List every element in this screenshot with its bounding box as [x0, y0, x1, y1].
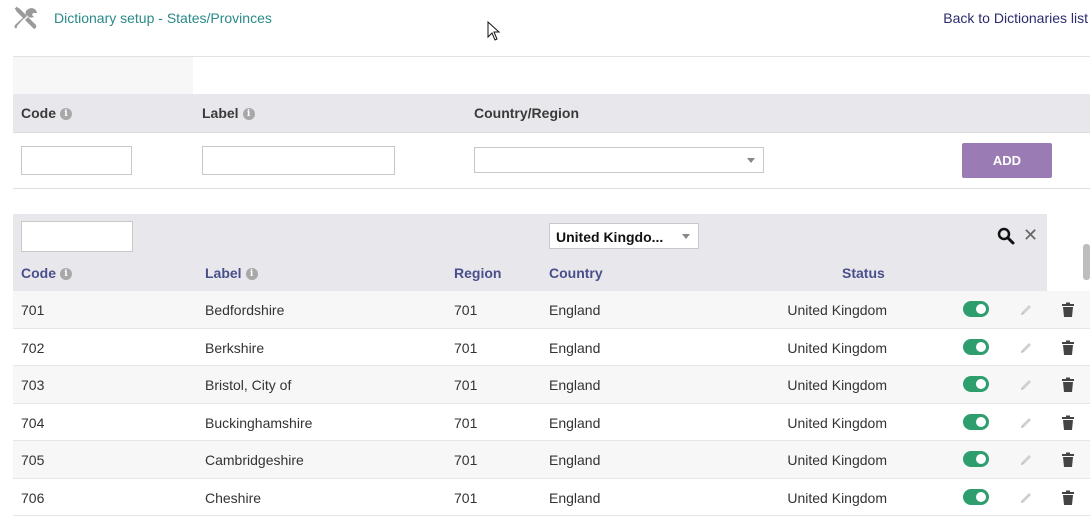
status-toggle[interactable]: [963, 489, 989, 505]
states-table: 701 Bedfordshire 701 England United King…: [13, 291, 1090, 516]
tools-icon: [13, 6, 39, 32]
list-label-header[interactable]: Labeli: [205, 265, 258, 281]
list-label-label: Label: [205, 265, 242, 281]
row-country: England: [549, 490, 600, 506]
trash-icon[interactable]: [1061, 340, 1075, 359]
row-country: England: [549, 340, 600, 356]
add-button[interactable]: ADD: [962, 143, 1052, 178]
country-filter-value: United Kingdo...: [556, 229, 663, 245]
row-code: 703: [21, 377, 44, 393]
row-country: England: [549, 415, 600, 431]
page-title: Dictionary setup - States/Provinces: [54, 10, 272, 26]
row-status: United Kingdom: [787, 302, 887, 318]
pencil-icon[interactable]: [1018, 377, 1034, 396]
row-label: Bristol, City of: [205, 377, 291, 393]
clear-filter-icon[interactable]: ✕: [1023, 226, 1038, 244]
row-code: 701: [21, 302, 44, 318]
row-code: 705: [21, 452, 44, 468]
row-region: 701: [454, 340, 477, 356]
add-label-label: Label: [202, 105, 239, 121]
pencil-icon[interactable]: [1018, 490, 1034, 509]
table-row: 706 Cheshire 701 England United Kingdom: [13, 479, 1090, 516]
row-country: England: [549, 452, 600, 468]
list-code-header[interactable]: Codei: [21, 265, 72, 281]
form-tab: [13, 57, 193, 94]
add-code-label: Code: [21, 105, 56, 121]
add-label-header: Labeli: [202, 105, 255, 121]
info-icon[interactable]: i: [60, 268, 72, 280]
list-header: [13, 214, 1047, 291]
row-code: 704: [21, 415, 44, 431]
row-code: 706: [21, 490, 44, 506]
row-label: Cheshire: [205, 490, 261, 506]
list-region-header[interactable]: Region: [454, 265, 501, 281]
row-region: 701: [454, 452, 477, 468]
code-filter-input[interactable]: [21, 221, 133, 252]
add-country-header: Country/Region: [474, 105, 579, 121]
chevron-down-icon: [747, 158, 755, 163]
row-label: Buckinghamshire: [205, 415, 312, 431]
table-row: 705 Cambridgeshire 701 England United Ki…: [13, 441, 1090, 479]
pencil-icon[interactable]: [1018, 415, 1034, 434]
table-row: 704 Buckinghamshire 701 England United K…: [13, 404, 1090, 442]
row-status: United Kingdom: [787, 490, 887, 506]
back-to-dictionaries-link[interactable]: Back to Dictionaries list: [943, 10, 1088, 26]
row-code: 702: [21, 340, 44, 356]
list-code-label: Code: [21, 265, 56, 281]
pencil-icon[interactable]: [1018, 452, 1034, 471]
row-region: 701: [454, 490, 477, 506]
row-status: United Kingdom: [787, 452, 887, 468]
trash-icon[interactable]: [1061, 415, 1075, 434]
pencil-icon[interactable]: [1018, 302, 1034, 321]
table-row: 701 Bedfordshire 701 England United King…: [13, 291, 1090, 329]
row-country: England: [549, 377, 600, 393]
status-toggle[interactable]: [963, 339, 989, 355]
row-label: Cambridgeshire: [205, 452, 304, 468]
add-code-header: Codei: [21, 105, 72, 121]
mouse-cursor-icon: [487, 21, 501, 46]
pencil-icon[interactable]: [1018, 340, 1034, 359]
row-status: United Kingdom: [787, 377, 887, 393]
status-toggle[interactable]: [963, 376, 989, 392]
add-label-input[interactable]: [202, 146, 395, 175]
status-toggle[interactable]: [963, 414, 989, 430]
table-row: 703 Bristol, City of 701 England United …: [13, 366, 1090, 404]
list-status-header[interactable]: Status: [842, 265, 885, 281]
row-region: 701: [454, 302, 477, 318]
chevron-down-icon: [682, 234, 690, 239]
row-label: Bedfordshire: [205, 302, 284, 318]
row-country: England: [549, 302, 600, 318]
trash-icon[interactable]: [1061, 377, 1075, 396]
info-icon[interactable]: i: [246, 268, 258, 280]
form-divider: [13, 188, 1090, 189]
row-region: 701: [454, 377, 477, 393]
list-country-header[interactable]: Country: [549, 265, 603, 281]
trash-icon[interactable]: [1061, 490, 1075, 509]
row-region: 701: [454, 415, 477, 431]
scrollbar-thumb[interactable]: [1083, 244, 1090, 280]
status-toggle[interactable]: [963, 451, 989, 467]
info-icon[interactable]: i: [60, 108, 72, 120]
info-icon[interactable]: i: [243, 108, 255, 120]
row-label: Berkshire: [205, 340, 264, 356]
add-country-select[interactable]: [474, 147, 764, 173]
country-filter-select[interactable]: United Kingdo...: [549, 223, 699, 249]
trash-icon[interactable]: [1061, 302, 1075, 321]
row-status: United Kingdom: [787, 340, 887, 356]
table-row: 702 Berkshire 701 England United Kingdom: [13, 329, 1090, 367]
row-status: United Kingdom: [787, 415, 887, 431]
status-toggle[interactable]: [963, 301, 989, 317]
search-icon[interactable]: [997, 227, 1015, 250]
trash-icon[interactable]: [1061, 452, 1075, 471]
add-code-input[interactable]: [21, 146, 132, 175]
